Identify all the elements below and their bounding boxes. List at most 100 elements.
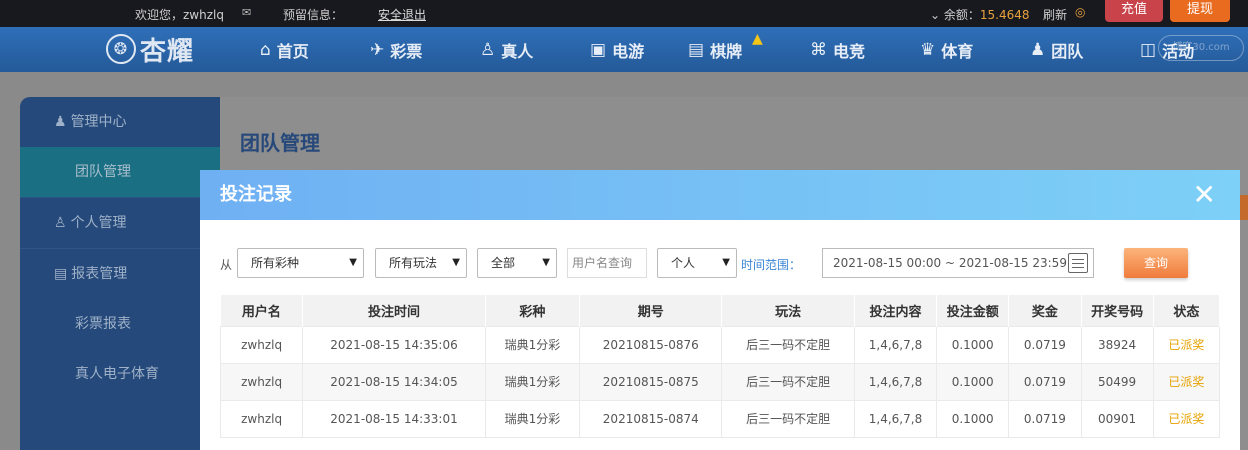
nav-label: 电竞 — [833, 42, 866, 61]
cell-issue: 20210815-0875 — [579, 362, 723, 401]
nav-sports[interactable]: ♛ 体育 — [920, 38, 973, 62]
sidebar-label: 报表管理 — [71, 266, 128, 282]
status-select-value: 全部 — [491, 256, 516, 270]
logo[interactable]: ❂ 杏耀 — [106, 31, 194, 67]
cell-username: zwhzlq — [219, 325, 304, 364]
cell-amount: 0.1000 — [936, 325, 1010, 364]
sidebar-item-live-report[interactable]: 真人电子体育 — [20, 349, 220, 399]
time-range-value: 2021-08-15 00:00 ~ 2021-08-15 23:59 — [833, 256, 1067, 270]
sidebar-item-reports[interactable]: ▤ 报表管理 — [20, 249, 220, 299]
col-issue: 期号 — [579, 295, 723, 326]
sidebar-item-team[interactable]: 团队管理 — [20, 147, 220, 197]
sidebar-item-management[interactable]: ♟ 管理中心 — [20, 97, 220, 147]
nav-slots[interactable]: ▣ 电游 — [590, 38, 644, 62]
query-button[interactable]: 查询 — [1124, 248, 1188, 278]
nav-team[interactable]: ♟ 团队 — [1030, 38, 1083, 62]
ticket-icon: ✈ — [370, 40, 385, 60]
nav-cards[interactable]: ▤ 棋牌 — [688, 38, 742, 62]
bet-record-table: 用户名 投注时间 彩种 期号 玩法 投注内容 投注金额 奖金 开奖号码 状态 z… — [219, 295, 1221, 438]
cell-content: 1,4,6,7,8 — [853, 325, 938, 364]
nav-label: 棋牌 — [710, 42, 743, 61]
nav-label: 彩票 — [390, 42, 423, 61]
hide-eye-icon[interactable]: ◎ — [1075, 5, 1085, 19]
status-select[interactable]: 全部 ▼ — [477, 248, 557, 278]
cell-draw-number: 38924 — [1080, 325, 1154, 364]
col-content: 投注内容 — [854, 295, 938, 326]
chevron-down-icon[interactable]: ⌄ — [930, 8, 940, 22]
balance-amount: 15.4648 — [979, 8, 1030, 22]
cell-status: 已派奖 — [1152, 399, 1221, 438]
cell-amount: 0.1000 — [936, 362, 1010, 401]
cell-status: 已派奖 — [1152, 362, 1221, 401]
caret-down-icon: ▼ — [452, 257, 460, 268]
logo-mark-icon: ❂ — [106, 34, 136, 64]
sidebar-item-personal[interactable]: ♙ 个人管理 — [20, 198, 220, 248]
sidebar: ♟ 管理中心 团队管理 ♙ 个人管理 ▤ 报表管理 彩票报表 真人电子体育 — [20, 97, 220, 450]
withdraw-button[interactable]: 提现 — [1170, 0, 1230, 22]
cell-prize: 0.0719 — [1008, 325, 1082, 364]
balance-label: 余额： — [943, 8, 980, 22]
table-header-row: 用户名 投注时间 彩种 期号 玩法 投注内容 投注金额 奖金 开奖号码 状态 — [220, 295, 1221, 326]
gamepad-icon: ⌘ — [810, 40, 827, 60]
gift-icon: ◫ — [1140, 40, 1157, 60]
cell-lottery: 瑞典1分彩 — [484, 362, 581, 401]
deposit-button[interactable]: 充值 — [1105, 0, 1163, 22]
logo-text: 杏耀 — [140, 36, 195, 67]
sidebar-label: 个人管理 — [70, 215, 127, 231]
nav-label: 首页 — [276, 42, 309, 61]
cell-play: 后三一码不定胆 — [721, 325, 855, 364]
cell-play: 后三一码不定胆 — [721, 399, 855, 438]
col-draw-number: 开奖号码 — [1081, 295, 1154, 326]
caret-down-icon: ▼ — [542, 257, 550, 268]
cards-icon: ▤ — [688, 40, 705, 60]
nav-home[interactable]: ⌂ 首页 — [260, 38, 309, 62]
close-icon[interactable]: ✕ — [1193, 170, 1216, 220]
sidebar-label: 管理中心 — [70, 114, 127, 130]
cell-status: 已派奖 — [1152, 325, 1221, 364]
col-bet-time: 投注时间 — [302, 295, 486, 326]
col-play: 玩法 — [721, 295, 855, 326]
refresh-link[interactable]: 刷新 — [1043, 6, 1067, 23]
trophy-icon: ♛ — [920, 40, 936, 60]
table-row[interactable]: zwhzlq 2021-08-15 14:34:05 瑞典1分彩 2021081… — [219, 362, 1221, 401]
scope-select-value: 个人 — [671, 256, 696, 270]
lottery-select[interactable]: 所有彩种 ▼ — [237, 248, 364, 278]
envelope-icon[interactable]: ✉ — [242, 6, 251, 19]
time-range-label: 时间范围： — [741, 258, 802, 272]
bet-record-modal: 投注记录 ✕ 从 所有彩种 ▼ 所有玩法 ▼ 全部 ▼ 用户名查询 个人 ▼ 时间范围：… — [200, 170, 1240, 450]
cell-draw-number: 00901 — [1080, 399, 1154, 438]
cell-lottery: 瑞典1分彩 — [484, 325, 581, 364]
table-row[interactable]: zwhzlq 2021-08-15 14:35:06 瑞典1分彩 2021081… — [219, 325, 1221, 364]
time-range-input[interactable]: 2021-08-15 00:00 ~ 2021-08-15 23:59 — [822, 248, 1094, 278]
nav-label: 电游 — [612, 42, 645, 61]
cell-draw-number: 50499 — [1080, 362, 1154, 401]
nav-label: 体育 — [941, 42, 974, 61]
nav-live[interactable]: ♙ 真人 — [480, 38, 533, 62]
welcome-text: 欢迎您，zwhzlq — [135, 8, 224, 22]
table-row[interactable]: zwhzlq 2021-08-15 14:33:01 瑞典1分彩 2021081… — [219, 399, 1221, 438]
home-icon: ⌂ — [260, 40, 271, 60]
username-input[interactable]: 用户名查询 — [567, 248, 647, 278]
balance: ⌄ 余额：15.4648 — [930, 6, 1030, 23]
cell-username: zwhzlq — [219, 399, 304, 438]
sidebar-item-lottery-report[interactable]: 彩票报表 — [20, 299, 220, 349]
page-title: 团队管理 — [240, 131, 320, 155]
group-icon: ♟ — [54, 114, 67, 130]
col-prize: 奖金 — [1008, 295, 1082, 326]
nav-lottery[interactable]: ✈ 彩票 — [370, 38, 422, 62]
from-label: 从 — [220, 258, 233, 272]
cell-bet-time: 2021-08-15 14:35:06 — [302, 325, 486, 364]
col-status: 状态 — [1153, 295, 1221, 326]
logout-link[interactable]: 安全退出 — [378, 6, 426, 23]
lottery-select-value: 所有彩种 — [251, 256, 300, 270]
scope-select[interactable]: 个人 ▼ — [657, 248, 737, 278]
nav-esports[interactable]: ⌘ 电竞 — [810, 38, 865, 62]
col-amount: 投注金额 — [936, 295, 1010, 326]
filter-bar: 从 所有彩种 ▼ 所有玩法 ▼ 全部 ▼ 用户名查询 个人 ▼ 时间范围： 2021-0… — [220, 248, 1220, 278]
hot-badge-icon: ▲ — [752, 31, 763, 47]
notice-label: 预留信息： — [283, 8, 344, 22]
main-nav: ❂ 杏耀 ⌂ 首页 ✈ 彩票 ♙ 真人 ▣ 电游 ▤ 棋牌 ▲ ⌘ 电竞 ♛ 体育 ♟ 团队 ◫… — [0, 27, 1248, 72]
calendar-icon[interactable] — [1068, 253, 1088, 273]
cell-prize: 0.0719 — [1008, 399, 1082, 438]
play-select[interactable]: 所有玩法 ▼ — [375, 248, 467, 278]
